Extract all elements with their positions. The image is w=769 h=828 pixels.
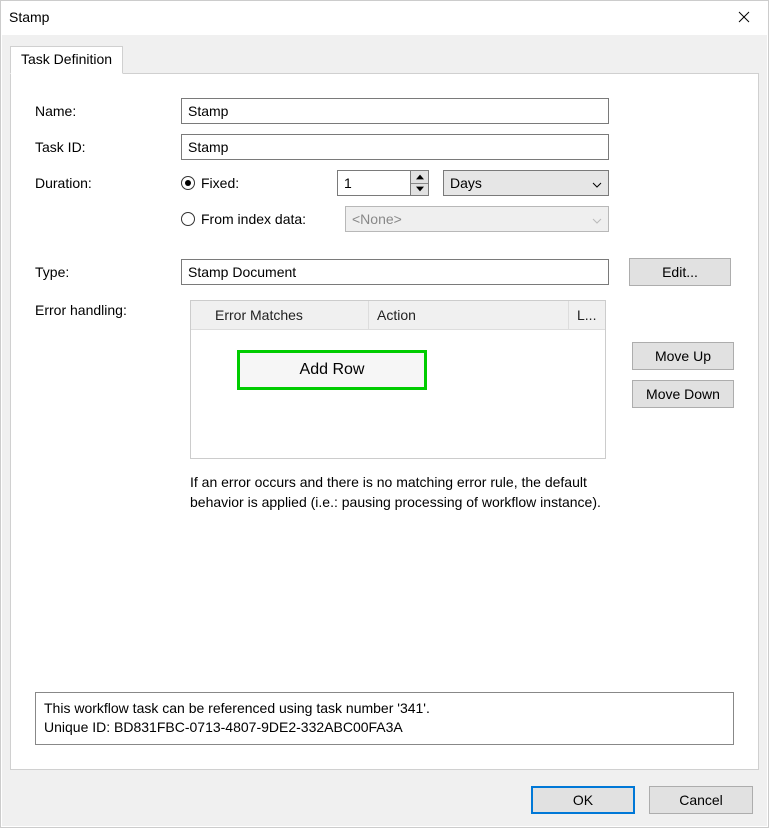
error-table-header: Error Matches Action L... (191, 301, 605, 330)
tab-task-definition[interactable]: Task Definition (10, 46, 123, 74)
duration-unit-value: Days (450, 175, 482, 191)
label-duration: Duration: (35, 175, 181, 191)
spinner-down-button[interactable] (411, 183, 428, 196)
duration-spinner (411, 170, 429, 196)
tab-body: Name: Task ID: Duration: Fixed: (10, 73, 759, 770)
chevron-down-icon (416, 186, 424, 192)
info-line2: Unique ID: BD831FBC-0713-4807-9DE2-332AB… (44, 718, 725, 738)
chevron-down-icon (592, 175, 602, 191)
radio-fromindex-label: From index data: (201, 211, 306, 227)
row-type: Type: Edit... (35, 258, 734, 286)
column-last[interactable]: L... (569, 301, 605, 329)
label-type: Type: (35, 264, 161, 280)
error-table-body: Add Row (191, 330, 605, 458)
chevron-up-icon (416, 174, 424, 180)
info-line1: This workflow task can be referenced usi… (44, 699, 725, 719)
window-title: Stamp (9, 9, 49, 25)
row-duration-fromindex: From index data: <None> (35, 206, 734, 232)
radio-fromindex[interactable] (181, 212, 195, 226)
label-errorhandling: Error handling: (35, 300, 164, 318)
reorder-buttons: Move Up Move Down (632, 342, 734, 408)
info-box: This workflow task can be referenced usi… (35, 692, 734, 745)
chevron-down-icon (592, 211, 602, 227)
client-area: Task Definition Name: Task ID: Duration: (2, 35, 767, 826)
cancel-button[interactable]: Cancel (649, 786, 753, 814)
type-field[interactable] (181, 259, 609, 285)
fromindex-value: <None> (352, 211, 402, 227)
column-action[interactable]: Action (369, 301, 569, 329)
row-taskid: Task ID: (35, 134, 734, 160)
row-duration-fixed: Duration: Fixed: (35, 170, 734, 196)
close-icon (738, 11, 750, 23)
error-table: Error Matches Action L... Add Row (190, 300, 606, 459)
duration-unit-select[interactable]: Days (443, 170, 609, 196)
dialog-buttons: OK Cancel (531, 786, 753, 814)
add-row-button[interactable]: Add Row (237, 350, 427, 390)
radio-dot-icon (185, 180, 191, 186)
dialog-window: Stamp Task Definition Name: Task ID: Dur… (0, 0, 769, 828)
titlebar: Stamp (1, 1, 768, 35)
radio-fixed[interactable] (181, 176, 195, 190)
radio-fixed-label: Fixed: (201, 175, 239, 191)
row-errorhandling: Error handling: Error Matches Action L..… (35, 300, 734, 512)
ok-button[interactable]: OK (531, 786, 635, 814)
label-name: Name: (35, 103, 181, 119)
name-field[interactable] (181, 98, 609, 124)
row-name: Name: (35, 98, 734, 124)
move-up-button[interactable]: Move Up (632, 342, 734, 370)
fromindex-select: <None> (345, 206, 609, 232)
move-down-button[interactable]: Move Down (632, 380, 734, 408)
edit-button[interactable]: Edit... (629, 258, 731, 286)
spinner-up-button[interactable] (411, 171, 428, 183)
taskid-field[interactable] (181, 134, 609, 160)
label-taskid: Task ID: (35, 139, 181, 155)
duration-value-field[interactable] (337, 170, 411, 196)
error-note: If an error occurs and there is no match… (190, 473, 606, 512)
column-error-matches[interactable]: Error Matches (191, 301, 369, 329)
tab-panel: Task Definition Name: Task ID: Duration: (10, 49, 759, 770)
close-button[interactable] (728, 5, 760, 29)
